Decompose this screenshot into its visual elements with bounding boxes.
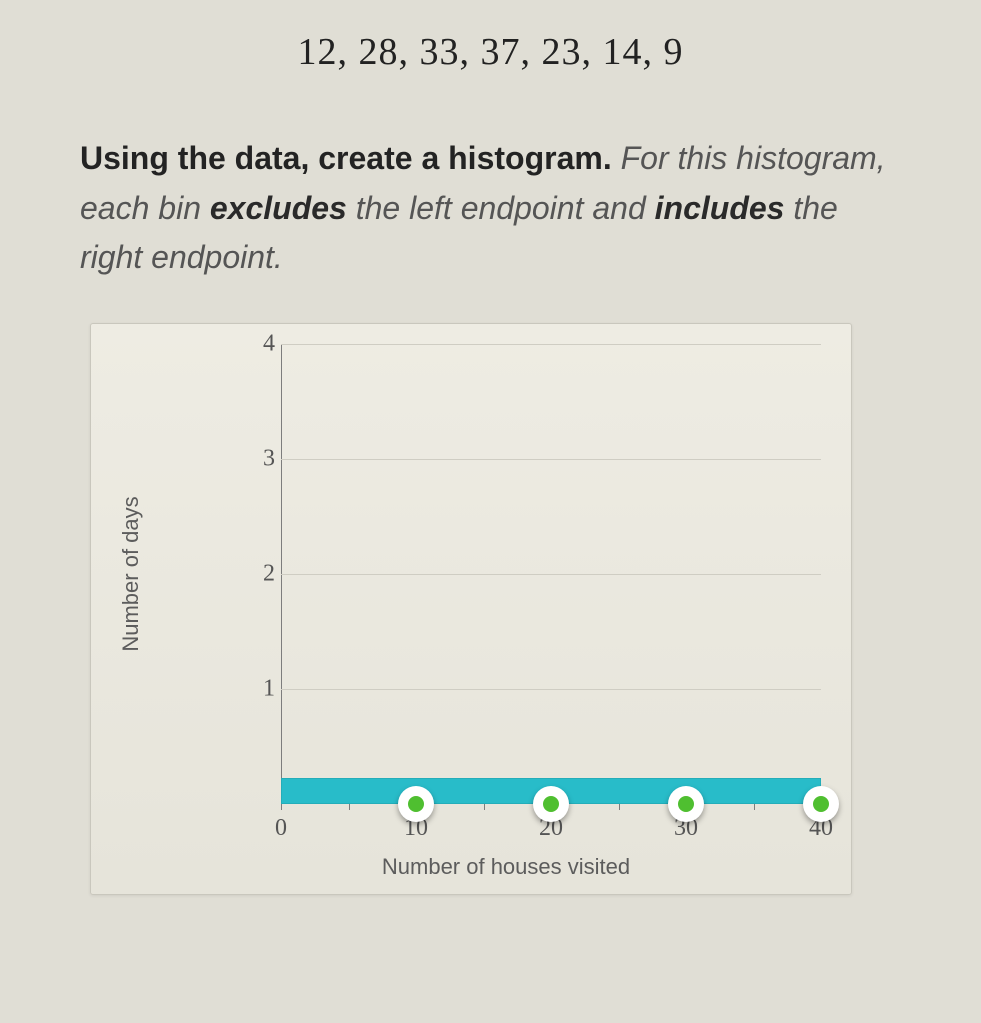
x-tick-label: 0: [275, 815, 287, 842]
bar-drag-handle[interactable]: [533, 786, 569, 822]
bar-drag-handle[interactable]: [398, 786, 434, 822]
y-tick-label: 4: [247, 330, 275, 357]
instruction-excludes: excludes: [210, 190, 347, 226]
y-tick-label: 1: [247, 675, 275, 702]
instruction-rest-2: the left endpoint and: [347, 190, 655, 226]
x-tick-mark: [484, 804, 485, 810]
handle-inner-dot: [543, 796, 559, 812]
instruction-text: Using the data, create a histogram. For …: [80, 134, 901, 283]
y-axis-label: Number of days: [118, 496, 144, 651]
bar-drag-handle[interactable]: [803, 786, 839, 822]
plot-area: 1234010203040: [281, 344, 821, 804]
handle-inner-dot: [408, 796, 424, 812]
handle-inner-dot: [813, 796, 829, 812]
x-axis-label: Number of houses visited: [382, 854, 630, 880]
gridline: [281, 459, 821, 460]
gridline: [281, 689, 821, 690]
bar-drag-handle[interactable]: [668, 786, 704, 822]
handle-inner-dot: [678, 796, 694, 812]
instruction-includes: includes: [655, 190, 785, 226]
histogram-widget[interactable]: Number of days Number of houses visited …: [90, 323, 852, 895]
x-tick-mark: [281, 804, 282, 810]
y-tick-label: 2: [247, 560, 275, 587]
x-tick-mark: [349, 804, 350, 810]
instruction-lead: Using the data, create a histogram.: [80, 140, 612, 176]
x-tick-mark: [619, 804, 620, 810]
x-tick-mark: [754, 804, 755, 810]
gridline: [281, 344, 821, 345]
data-list: 12, 28, 33, 37, 23, 14, 9: [50, 30, 931, 74]
y-tick-label: 3: [247, 445, 275, 472]
gridline: [281, 574, 821, 575]
